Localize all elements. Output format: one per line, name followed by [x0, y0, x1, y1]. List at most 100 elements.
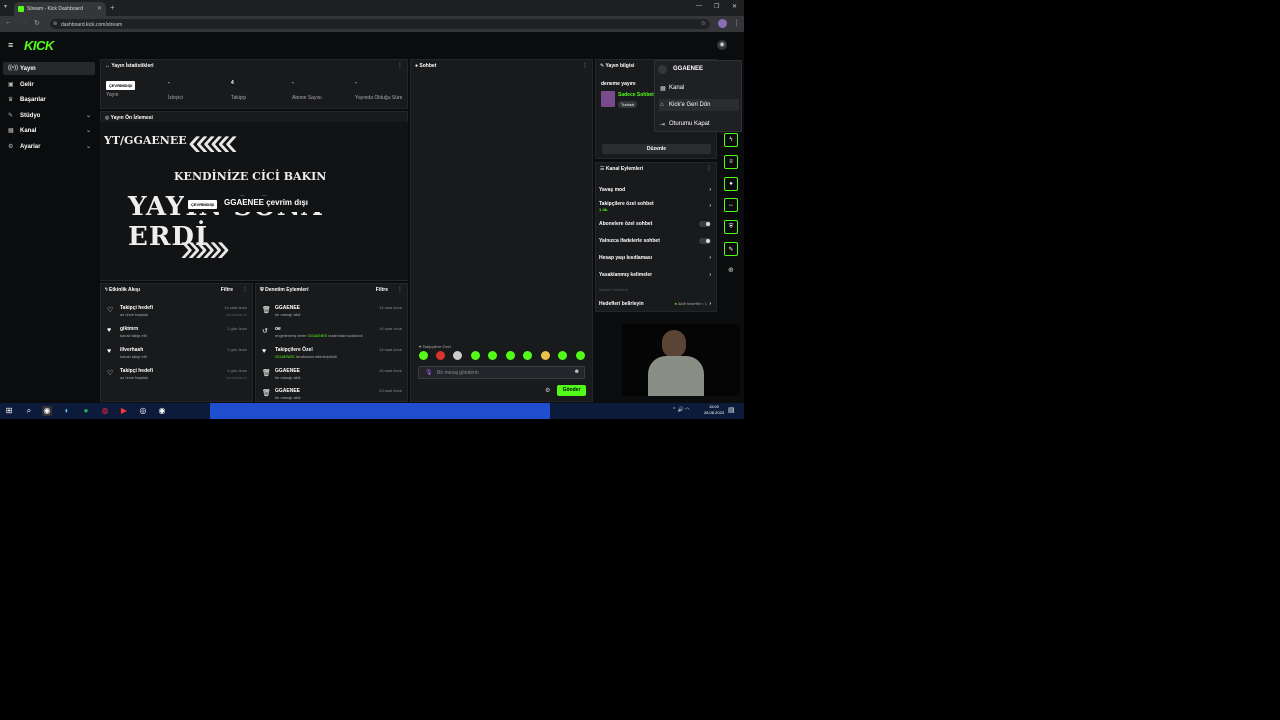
sidebar-item-label: Başarılar [20, 96, 46, 103]
user-avatar-icon[interactable]: ◉ [717, 40, 727, 50]
chrome-taskbar-icon[interactable]: ◉ [42, 406, 52, 416]
row-sub-user[interactable]: GGAENEE [307, 333, 327, 338]
channel-actions-more-icon[interactable]: ⋮ [706, 165, 712, 172]
menu-item-back-to-kick[interactable]: ⌂ Kick'e Geri Dön [659, 99, 739, 111]
heart-icon: ♥ [107, 327, 112, 334]
webcam-body [648, 356, 704, 396]
obs-taskbar-icon[interactable]: ◉ [157, 406, 167, 416]
search-icon[interactable]: ⌕ [24, 406, 34, 416]
row-time: 14 saat önce [379, 305, 402, 310]
system-tray-icons[interactable]: ⌃ 🔊 ◠ [672, 407, 690, 413]
banner-handle: YT/GGAENEE [104, 134, 187, 147]
followers-only-text: Takipçilere Özel [422, 344, 451, 349]
row-time: 14 saat önce [224, 305, 247, 310]
menu-item-kanal[interactable]: ▦ Kanal [659, 82, 739, 94]
emote-icon[interactable] [471, 351, 480, 360]
account-age-row[interactable]: Hesap yaşı kısıtlaması › [599, 255, 715, 261]
list-tool-button[interactable]: ≡ [724, 155, 738, 169]
banned-words-row[interactable]: Yasaklanmış kelimeler › [599, 272, 715, 278]
chat-settings-icon[interactable]: ⚙ [545, 387, 550, 394]
site-info-icon[interactable]: ⊜ [53, 21, 57, 27]
forward-icon[interactable]: → [20, 19, 27, 26]
stat-value: - [355, 80, 357, 86]
hamburger-menu-icon[interactable]: ≡ [8, 40, 13, 50]
stat-label: Takipçi [231, 95, 247, 101]
emote-icon[interactable] [453, 351, 462, 360]
emote-icon[interactable] [523, 351, 532, 360]
activity-title-text: Etkinlik Akışı [109, 287, 140, 293]
edge-taskbar-icon[interactable]: ◐ [62, 406, 72, 416]
category-name[interactable]: Sadece Sohbet [618, 92, 654, 98]
menu-item-logout[interactable]: ⇥ Oturumu Kapat [659, 118, 739, 130]
sidebar-item-yayin[interactable]: ((•)) Yayın [3, 62, 95, 75]
spotify-taskbar-icon[interactable]: ● [81, 406, 91, 416]
emotes-chat-row: Yalnızca ifadelerle sohbet [599, 238, 715, 244]
subs-chat-toggle[interactable] [699, 221, 711, 227]
activity-row: ♥ illverhash kanalı takip etti 1 gün önc… [104, 345, 249, 365]
moderation-filter-button[interactable]: Filtre [376, 287, 388, 293]
add-widget-icon[interactable]: ⊕ [728, 266, 734, 274]
app-taskbar-icon[interactable]: ◎ [138, 406, 148, 416]
url-field[interactable]: ⊜ dashboard.kick.com/stream ☆ [50, 19, 710, 29]
webcam-overlay [622, 324, 740, 396]
row-sub-user[interactable]: GGAENEE [275, 354, 295, 359]
reload-icon[interactable]: ↻ [34, 19, 40, 27]
offline-status-badge: ÇEVRİMDIŞI [188, 200, 218, 209]
emote-icon[interactable] [436, 351, 445, 360]
emote-icon[interactable] [419, 351, 428, 360]
arrows-tool-button[interactable]: ↔ [724, 198, 738, 212]
emote-icon[interactable] [558, 351, 567, 360]
browser-menu-icon[interactable]: ⋮ [733, 19, 740, 27]
chat-more-icon[interactable]: ⋮ [582, 62, 588, 69]
wrench-tool-button[interactable]: ✎ [724, 242, 738, 256]
sidebar-item-gelir[interactable]: ▣ Gelir [3, 78, 95, 91]
emote-icon[interactable] [541, 351, 550, 360]
notification-center-icon[interactable]: ▤ [728, 406, 735, 414]
stream-title: deneme yayını [601, 81, 636, 87]
followers-chat-row[interactable]: Takipçilere özel sohbet 1 dk. › [599, 201, 715, 213]
chat-tool-button[interactable]: ● [724, 177, 738, 191]
mic-icon[interactable]: 🎙 [425, 369, 433, 376]
followers-only-notice: ♥ Takipçilere Özel [419, 344, 451, 349]
shield-tool-button[interactable]: ⛨ [724, 220, 738, 234]
emotes-chat-toggle[interactable] [699, 238, 711, 244]
lightning-tool-button[interactable]: ϟ [724, 133, 738, 147]
back-icon[interactable]: ← [5, 19, 12, 26]
taskbar-clock[interactable]: 15:02 28.08.2023 [704, 404, 724, 416]
row-sub: kanalı takip etti [120, 333, 147, 338]
row-time: 15 saat önce [379, 368, 402, 373]
emote-icon[interactable] [488, 351, 497, 360]
edit-button[interactable]: Düzenle [602, 144, 711, 154]
row-title: giktmrn [120, 326, 139, 332]
sidebar-item-basarilar[interactable]: ♛ Başarılar [3, 93, 95, 106]
sidebar-item-studyo[interactable]: ✎ Stüdyo ⌄ [3, 109, 95, 122]
emoji-icon[interactable]: ☻ [574, 369, 580, 375]
kick-logo[interactable]: KICK [24, 38, 54, 53]
stats-more-icon[interactable]: ⋮ [397, 62, 403, 69]
sidebar-item-label: Gelir [20, 81, 34, 88]
sidebar-item-ayarlar[interactable]: ⚙ Ayarlar ⌄ [3, 140, 95, 153]
send-button[interactable]: Gönder [557, 385, 586, 396]
bookmark-star-icon[interactable]: ☆ [701, 20, 706, 27]
activity-filter-button[interactable]: Filtre [221, 287, 233, 293]
emote-icon[interactable] [506, 351, 515, 360]
profile-avatar-icon[interactable] [718, 19, 727, 28]
goals-row[interactable]: Hedefleri belirleyin ● Aktif hedefler • 1… [599, 301, 715, 307]
youtube-taskbar-icon[interactable]: ▶ [119, 406, 129, 416]
close-window-icon[interactable]: ✕ [732, 3, 737, 10]
browser-tab[interactable]: Stream - Kick Dashboard ✕ [14, 2, 106, 16]
new-tab-icon[interactable]: + [110, 3, 115, 12]
stat-label: İzleyici [168, 95, 184, 101]
tab-list-icon[interactable]: ▾ [4, 4, 7, 10]
chat-input[interactable]: 🎙 Bir mesaj gönderin ☻ [418, 366, 585, 379]
app-taskbar-icon[interactable]: ◍ [100, 406, 110, 416]
moderation-more-icon[interactable]: ⋮ [397, 286, 403, 293]
windows-start-icon[interactable]: ⊞ [4, 406, 14, 416]
slow-mode-row[interactable]: Yavaş mod › [599, 187, 715, 193]
restore-icon[interactable]: ❐ [714, 3, 719, 10]
activity-more-icon[interactable]: ⋮ [242, 286, 248, 293]
minimize-icon[interactable]: — [696, 3, 702, 9]
close-tab-icon[interactable]: ✕ [97, 5, 102, 12]
emote-icon[interactable] [576, 351, 585, 360]
sidebar-item-kanal[interactable]: ▦ Kanal ⌄ [3, 124, 95, 137]
